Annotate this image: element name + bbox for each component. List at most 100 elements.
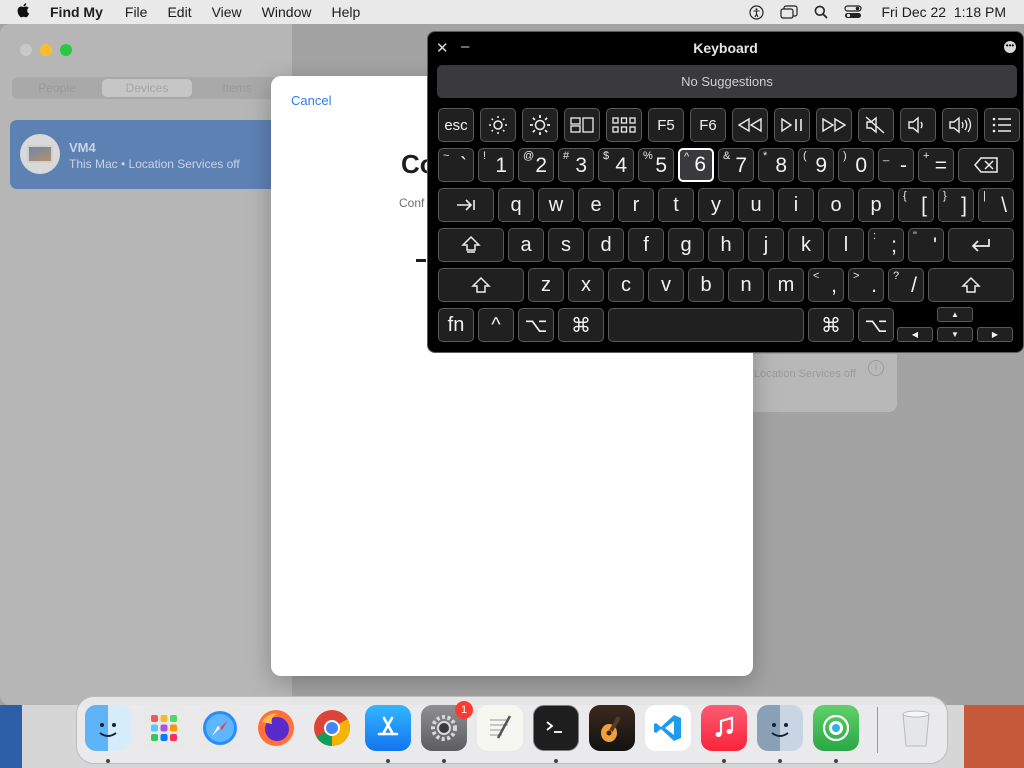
key-play-pause-icon[interactable] [774, 108, 810, 142]
key-n[interactable]: n [728, 268, 764, 302]
key-4[interactable]: $4 [598, 148, 634, 182]
key-control[interactable]: ^ [478, 308, 514, 342]
key-g[interactable]: g [668, 228, 704, 262]
window-zoom-button[interactable] [60, 44, 72, 56]
key-k[interactable]: k [788, 228, 824, 262]
key-0[interactable]: ) 0 [838, 148, 874, 182]
key-caps-lock[interactable] [438, 228, 504, 262]
key-punct[interactable]: {[ [898, 188, 934, 222]
key-punct[interactable]: :; [868, 228, 904, 262]
key-punct[interactable]: >. [848, 268, 884, 302]
dock-chrome-icon[interactable] [309, 705, 355, 751]
key-volume-up-icon[interactable] [942, 108, 978, 142]
stage-manager-icon[interactable] [779, 4, 798, 20]
key-t[interactable]: t [658, 188, 694, 222]
tab-devices[interactable]: Devices [102, 79, 192, 97]
key-h[interactable]: h [708, 228, 744, 262]
key--[interactable]: _ - [878, 148, 914, 182]
window-close-button[interactable] [20, 44, 32, 56]
dock-garageband-icon[interactable] [589, 705, 635, 751]
apple-menu-icon[interactable] [16, 2, 36, 22]
tab-items[interactable]: Items [192, 81, 282, 95]
key-p[interactable]: p [858, 188, 894, 222]
menu-file[interactable]: File [125, 4, 148, 20]
key-z[interactable]: z [528, 268, 564, 302]
key-return[interactable] [948, 228, 1014, 262]
dock-vscode-icon[interactable] [645, 705, 691, 751]
cancel-button[interactable]: Cancel [291, 93, 331, 108]
key-b[interactable]: b [688, 268, 724, 302]
menu-bar-clock[interactable]: Fri Dec 22 1:18 PM [882, 4, 1007, 20]
key-u[interactable]: u [738, 188, 774, 222]
dock-launchpad-icon[interactable] [141, 705, 187, 751]
key-arrow-up[interactable]: ▲ [937, 307, 973, 322]
key-d[interactable]: d [588, 228, 624, 262]
key-punct[interactable]: }] [938, 188, 974, 222]
key-r[interactable]: r [618, 188, 654, 222]
key-x[interactable]: x [568, 268, 604, 302]
key-w[interactable]: w [538, 188, 574, 222]
key-fast-forward-icon[interactable] [816, 108, 852, 142]
key-right-option[interactable]: ⌥ [858, 308, 894, 342]
dock-textedit-icon[interactable] [477, 705, 523, 751]
dock-terminal-icon[interactable] [533, 705, 579, 751]
key-7[interactable]: & 7 [718, 148, 754, 182]
key-tab[interactable] [438, 188, 494, 222]
key-a[interactable]: a [508, 228, 544, 262]
key-mission-control-icon[interactable] [564, 108, 600, 142]
key-punct[interactable]: " ' [908, 228, 944, 262]
key-6[interactable]: ^ 6 [678, 148, 714, 182]
key-q[interactable]: q [498, 188, 534, 222]
key-8[interactable]: * 8 [758, 148, 794, 182]
key-list-icon[interactable] [984, 108, 1020, 142]
dock-firefox-icon[interactable] [253, 705, 299, 751]
key-volume-down-icon[interactable] [900, 108, 936, 142]
key-esc[interactable]: esc [438, 108, 474, 142]
menu-window[interactable]: Window [262, 4, 312, 20]
key-space[interactable] [608, 308, 804, 342]
key-o[interactable]: o [818, 188, 854, 222]
key-right-command[interactable]: ⌘ [808, 308, 854, 342]
accessibility-icon[interactable] [748, 4, 766, 20]
key-left-shift[interactable] [438, 268, 524, 302]
tab-people[interactable]: People [12, 81, 102, 95]
key-fn[interactable]: fn [438, 308, 474, 342]
menu-app-name[interactable]: Find My [50, 4, 103, 20]
info-icon[interactable]: i [868, 360, 884, 376]
dock-find-my-icon[interactable] [813, 705, 859, 751]
key-i[interactable]: i [778, 188, 814, 222]
key-arrow-right[interactable]: ▶ [977, 327, 1013, 342]
key-left-command[interactable]: ⌘ [558, 308, 604, 342]
key-punct[interactable]: <, [808, 268, 844, 302]
key-j[interactable]: j [748, 228, 784, 262]
dock-app-store-icon[interactable] [365, 705, 411, 751]
key-f[interactable]: f [628, 228, 664, 262]
dock-trash-icon[interactable] [893, 705, 939, 751]
window-minimize-button[interactable] [40, 44, 52, 56]
key-arrow-left[interactable]: ◀ [897, 327, 933, 342]
key-1[interactable]: ! 1 [478, 148, 514, 182]
key-brightness-down-icon[interactable] [480, 108, 516, 142]
key-arrow-down[interactable]: ▼ [937, 327, 973, 342]
key-l[interactable]: l [828, 228, 864, 262]
key-left-option[interactable]: ⌥ [518, 308, 554, 342]
search-icon[interactable] [812, 4, 830, 20]
key-delete[interactable] [958, 148, 1014, 182]
dock-migration-assistant-icon[interactable] [757, 705, 803, 751]
key-y[interactable]: y [698, 188, 734, 222]
key-right-shift[interactable] [928, 268, 1014, 302]
menu-view[interactable]: View [212, 4, 242, 20]
menu-edit[interactable]: Edit [167, 4, 191, 20]
dock-music-icon[interactable] [701, 705, 747, 751]
code-digit-placeholder[interactable] [416, 259, 426, 262]
key-`[interactable]: ~ ` [438, 148, 474, 182]
key-=[interactable]: + = [918, 148, 954, 182]
dock-finder-icon[interactable] [85, 705, 131, 751]
key-e[interactable]: e [578, 188, 614, 222]
dock-safari-icon[interactable] [197, 705, 243, 751]
key-launchpad-icon[interactable] [606, 108, 642, 142]
key-c[interactable]: c [608, 268, 644, 302]
key-m[interactable]: m [768, 268, 804, 302]
key-3[interactable]: #3 [558, 148, 594, 182]
key-s[interactable]: s [548, 228, 584, 262]
